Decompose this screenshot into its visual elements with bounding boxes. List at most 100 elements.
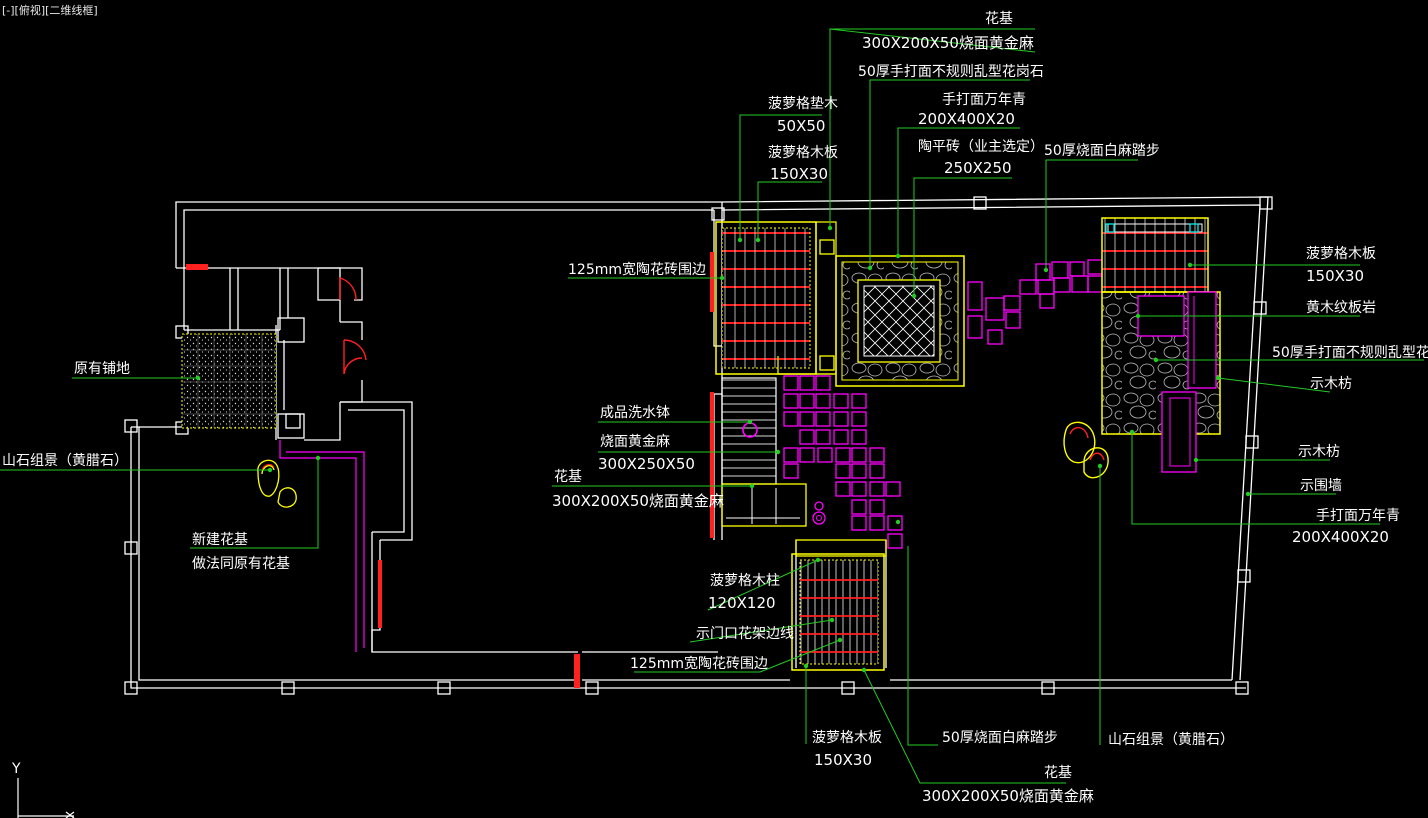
leader-dot	[815, 557, 821, 563]
label-weiqiang: 示围墙	[1300, 478, 1342, 494]
paving-tile	[851, 393, 867, 409]
stepping-stones	[967, 259, 1103, 345]
stepping-stone	[1039, 293, 1055, 309]
label-bld-mb-right-title: 菠萝格木板	[1306, 246, 1376, 262]
paving-tile	[835, 481, 851, 497]
label-mz-title: 菠萝格木柱	[710, 573, 780, 589]
wood-deck-bottom	[791, 539, 887, 671]
paving-tiles	[783, 375, 903, 549]
label-step-top: 50厚烧面白麻踏步	[1044, 143, 1160, 159]
leader-dot	[895, 519, 901, 525]
stepping-stone	[1005, 311, 1021, 329]
label-huangmu: 黄木纹板岩	[1306, 299, 1376, 316]
leader-dot	[837, 637, 843, 643]
paving-tile	[783, 463, 799, 479]
label-shanshi-left: 山石组景（黄腊石）	[2, 452, 128, 469]
label-sink: 成品洗水钵	[600, 405, 670, 421]
stepping-stone	[1003, 295, 1021, 311]
label-hj-mid-spec: 300X200X50烧面黄金麻	[552, 492, 724, 510]
paving-tile	[851, 411, 867, 427]
stepping-stone	[985, 297, 1005, 321]
label-hj-mid-title: 花基	[554, 468, 582, 485]
leader-dot	[1193, 457, 1199, 463]
paving-tile	[887, 533, 903, 549]
paving-tile	[869, 447, 885, 463]
paving-tile	[833, 411, 849, 427]
ucs-axis-icon: Y	[11, 761, 75, 818]
stepping-stone	[1037, 279, 1055, 295]
label-bld-mb-right-spec: 150X30	[1306, 267, 1364, 285]
paving-tile	[835, 447, 851, 463]
ceramic-tile-plaza	[835, 255, 965, 387]
leader-dot	[195, 375, 201, 381]
new-planter-outline	[279, 440, 365, 652]
label-bld-mdm-spec: 50X50	[777, 117, 825, 135]
leader-dot	[867, 265, 873, 271]
leader-dot	[755, 237, 761, 243]
paving-tile	[783, 447, 799, 463]
leader-dot	[895, 253, 901, 259]
leader-dot	[1129, 429, 1135, 435]
leader-dot	[829, 617, 835, 623]
leader-dot	[749, 483, 755, 489]
stepping-stone	[1087, 275, 1103, 293]
stepping-stone	[987, 329, 1003, 345]
leader-dot	[267, 467, 273, 473]
label-granite-right: 50厚手打面不规则乱型花岗石	[1272, 344, 1428, 361]
leader-dot	[1043, 267, 1049, 273]
label-wnq-top-spec: 200X400X20	[918, 110, 1015, 128]
leader-dot	[861, 667, 867, 673]
paving-tile	[851, 515, 867, 531]
stepping-stone	[1069, 261, 1085, 277]
label-hj-bottom-title: 花基	[1044, 764, 1072, 781]
label-tpz-title: 陶平砖（业主选定）	[918, 139, 1044, 155]
paving-tile	[869, 481, 885, 497]
leader-dot	[827, 225, 833, 231]
paving-tile	[851, 463, 867, 479]
paving-tile	[817, 447, 833, 463]
label-bld-mb-bottom-title: 菠萝格木板	[812, 730, 882, 746]
stepping-stone	[1071, 275, 1089, 293]
label-door-frame: 示门口花架边线	[696, 626, 794, 642]
label-yuanyou: 原有铺地	[74, 361, 130, 377]
stepping-stone	[967, 315, 983, 339]
wood-deck-right	[1101, 217, 1221, 473]
paving-tile	[815, 375, 831, 391]
stepping-stone	[1053, 277, 1071, 293]
wood-deck-top	[715, 221, 837, 375]
leader-dot	[1215, 375, 1221, 381]
paving-tile	[885, 481, 901, 497]
label-xinjian-title: 新建花基	[192, 531, 248, 548]
label-granite-top: 50厚手打面不规则乱型花岗石	[858, 63, 1044, 80]
cad-drawing-canvas[interactable]: 花基 300X200X50烧面黄金麻 50厚手打面不规则乱型花岗石 手打面万年青…	[0, 0, 1428, 818]
leader-dot	[747, 419, 753, 425]
label-step-bottom: 50厚烧面白麻踏步	[942, 730, 1058, 746]
label-hj-top-title: 花基	[985, 10, 1013, 27]
leader-dot	[1097, 463, 1103, 469]
leader-dot	[803, 663, 809, 669]
paving-tile	[799, 447, 815, 463]
paving-tile	[833, 393, 849, 409]
label-shanshi-right: 山石组景（黄腊石）	[1108, 731, 1234, 748]
label-tpz-spec: 250X250	[944, 159, 1012, 177]
label-wnq-right-title: 手打面万年青	[1316, 507, 1400, 524]
label-xinjian-spec: 做法同原有花基	[192, 555, 290, 572]
label-wnq-top-title: 手打面万年青	[942, 91, 1026, 108]
leader-dot	[1153, 357, 1159, 363]
paving-tile	[799, 375, 815, 391]
stepping-stone	[1019, 279, 1037, 295]
label-bld-mb1-spec: 150X30	[770, 165, 828, 183]
leader-dot	[719, 275, 725, 281]
paving-tile	[783, 375, 799, 391]
label-shaomian-title: 烧面黄金麻	[600, 433, 670, 450]
paving-tile	[851, 447, 867, 463]
paving-tile	[851, 429, 867, 445]
leader-dot	[911, 293, 917, 299]
leader-dot	[1245, 491, 1251, 497]
leader-dot	[737, 237, 743, 243]
label-border-left: 125mm宽陶花砖围边	[568, 261, 706, 278]
label-mufang1: 示木枋	[1310, 376, 1352, 392]
paving-tile	[869, 463, 885, 479]
leader-dot	[1135, 313, 1141, 319]
paving-tile	[799, 429, 815, 445]
